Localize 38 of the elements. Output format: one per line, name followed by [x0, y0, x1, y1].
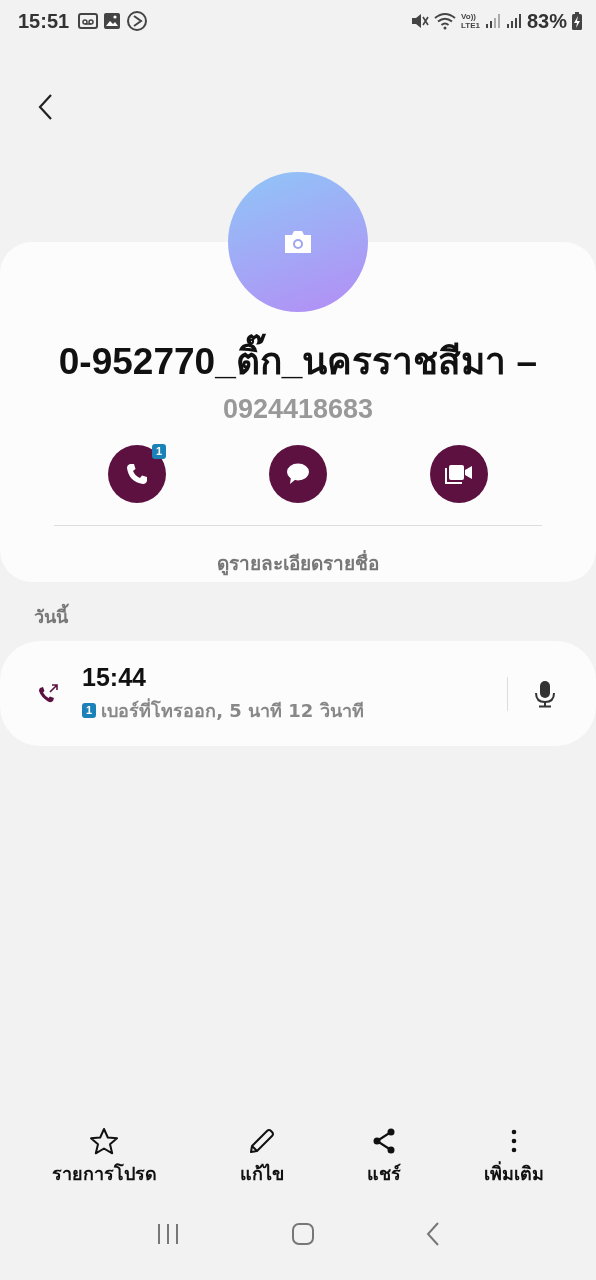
- battery-percent: 83%: [526, 9, 567, 33]
- phone-icon: [125, 462, 149, 486]
- video-call-button[interactable]: [430, 445, 488, 503]
- image-icon: [103, 12, 122, 30]
- call-log-entry[interactable]: 15:44 1 เบอร์ที่โทรออก, 5 นาที 12 วินาที: [0, 641, 596, 746]
- battery-charging-icon: [572, 12, 582, 30]
- more-options-icon: [510, 1127, 519, 1155]
- status-time: 15:51: [18, 9, 70, 33]
- more-button[interactable]: เพิ่มเติม: [484, 1127, 545, 1188]
- phone-number: 0924418683: [222, 394, 374, 425]
- star-icon: [89, 1127, 120, 1155]
- call-button[interactable]: 1: [108, 445, 166, 503]
- section-heading: วันนี้: [0, 582, 596, 641]
- sim-badge: 1: [82, 702, 97, 718]
- share-button[interactable]: แชร์: [367, 1127, 402, 1188]
- home-button[interactable]: [291, 1222, 315, 1246]
- signal-icon: [484, 13, 501, 29]
- wifi-icon: [434, 12, 456, 30]
- call-time: 15:44: [82, 662, 147, 692]
- favorite-button[interactable]: รายการโปรด: [51, 1127, 157, 1188]
- signal-icon: [505, 13, 522, 29]
- volte-label: Vo)): [461, 12, 477, 21]
- network-label: LTE1: [461, 21, 480, 30]
- message-button[interactable]: [269, 445, 327, 503]
- mute-icon: [411, 12, 429, 30]
- edit-button[interactable]: แก้ไข: [239, 1127, 284, 1188]
- pencil-icon: [247, 1127, 276, 1155]
- microphone-icon[interactable]: [534, 679, 556, 708]
- sim-badge: 1: [151, 444, 166, 459]
- call-description: เบอร์ที่โทรออก, 5 นาที 12 วินาที: [101, 697, 364, 723]
- recent-apps-button[interactable]: [155, 1222, 181, 1246]
- voicemail-icon: [78, 12, 99, 30]
- play-circle-icon: [126, 10, 149, 32]
- camera-icon: [283, 230, 313, 254]
- view-contact-details-link[interactable]: ดูรายละเอียดรายชื่อ: [217, 548, 379, 578]
- speech-bubble-icon: [285, 462, 311, 486]
- contact-name: 0-952770_ติ๊ก_นครราชสีมา –: [58, 332, 538, 392]
- video-camera-icon: [444, 463, 474, 485]
